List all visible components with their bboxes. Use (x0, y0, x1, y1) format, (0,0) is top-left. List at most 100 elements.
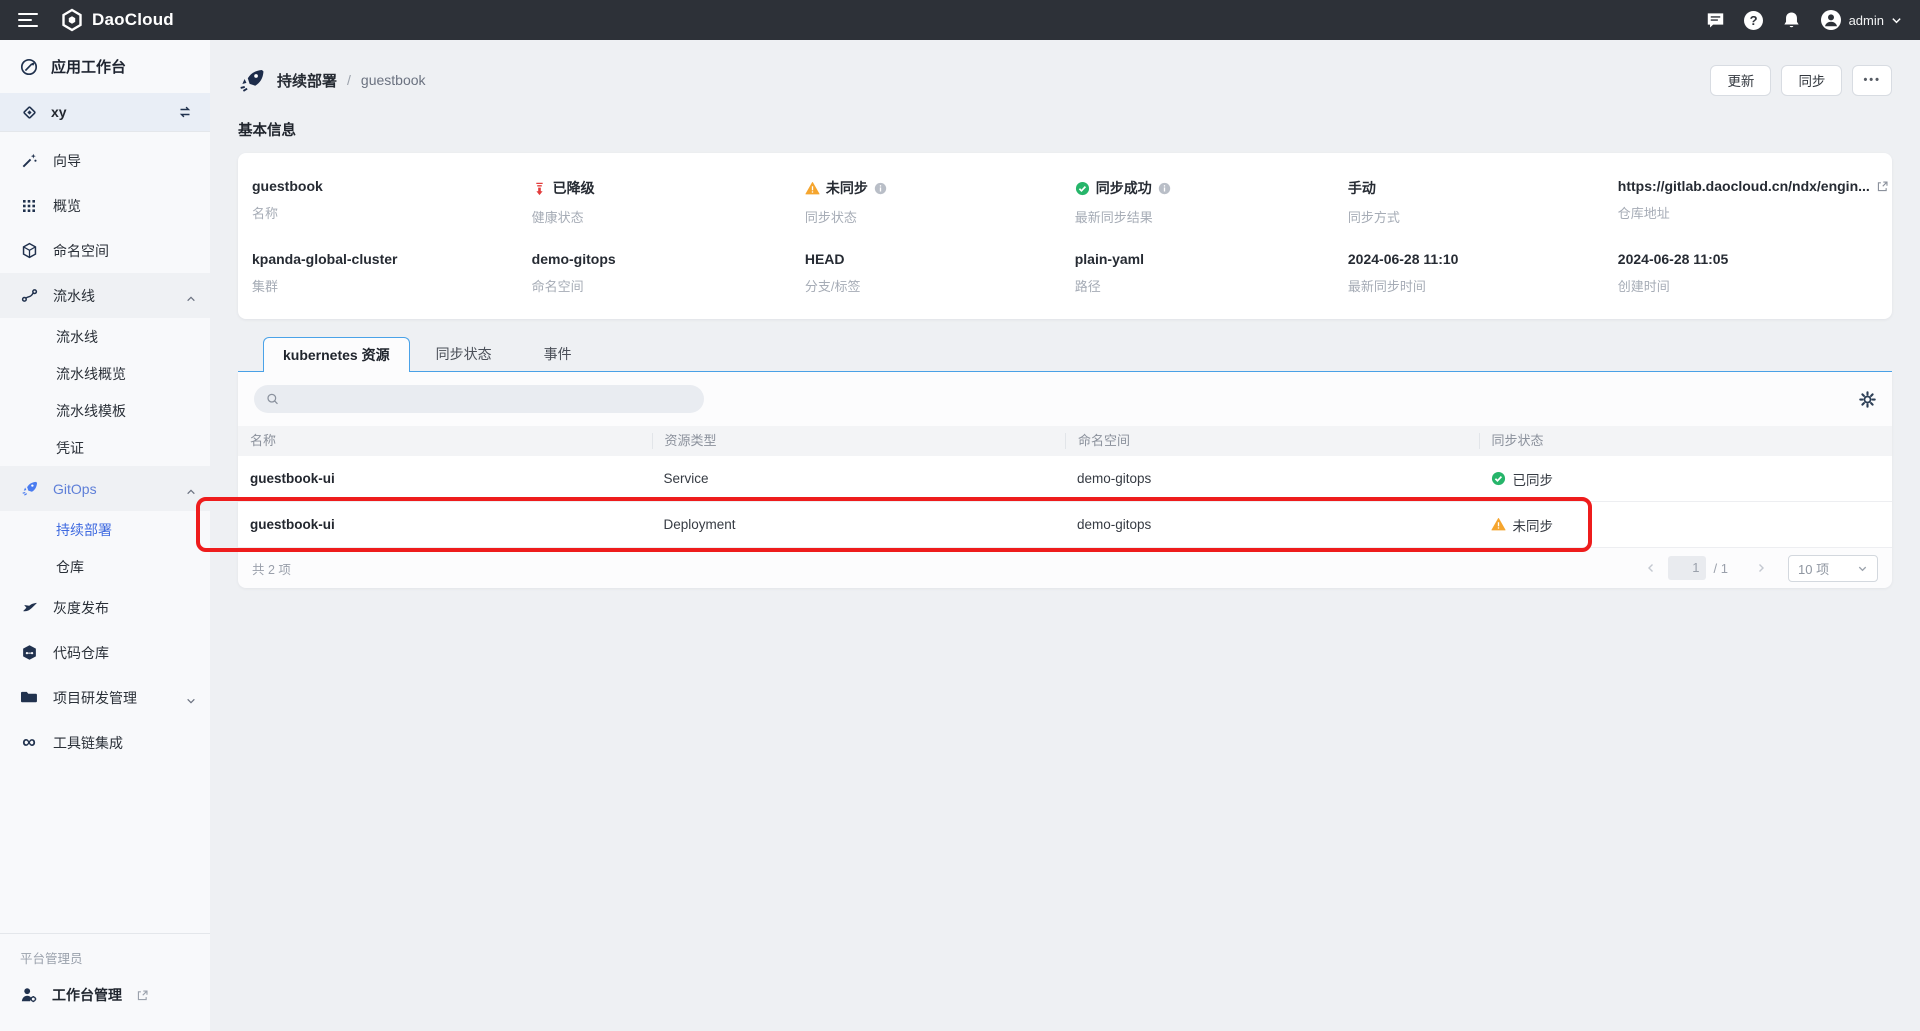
page-size-value: 10 项 (1798, 559, 1829, 578)
wand-icon (20, 152, 38, 170)
infinity-icon: ∞ (20, 734, 38, 752)
user-menu[interactable]: admin (1820, 9, 1902, 31)
workspace-selector[interactable]: xy (0, 93, 210, 131)
table-footer: 共 2 项 1 / 1 10 项 (238, 548, 1892, 588)
sidebar-item-label: 流水线 (53, 286, 95, 306)
menu-toggle-icon[interactable] (18, 13, 38, 27)
field-branch-tag: HEAD 分支/标签 (805, 251, 1075, 295)
main-content: 持续部署 / guestbook 更新 同步 ••• 基本信息 guestboo… (210, 40, 1920, 1031)
sidebar-item-credentials[interactable]: 凭证 (0, 429, 210, 466)
workspace-icon (20, 103, 38, 121)
user-name: admin (1849, 13, 1884, 28)
status-badge: 未同步 (1513, 515, 1554, 535)
sidebar-item-pipeline-template[interactable]: 流水线模板 (0, 392, 210, 429)
column-header-sync-status: 同步状态 (1479, 433, 1893, 449)
sidebar-item-namespace[interactable]: 命名空间 (0, 228, 210, 273)
workbench-icon (20, 58, 38, 76)
sidebar-group-pipeline[interactable]: 流水线 (0, 273, 210, 318)
column-header-namespace: 命名空间 (1065, 433, 1479, 449)
breadcrumb-section[interactable]: 持续部署 (277, 70, 337, 91)
pipeline-icon (20, 287, 38, 305)
folder-icon (20, 689, 38, 707)
tab-panel: 名称 资源类型 命名空间 同步状态 guestbook-ui Service d… (238, 372, 1892, 588)
table-row-highlighted[interactable]: guestbook-ui Deployment demo-gitops 未同步 (238, 502, 1892, 548)
sidebar-item-overview[interactable]: 概览 (0, 183, 210, 228)
sidebar-item-label: 代码仓库 (53, 643, 109, 663)
basic-info-title: 基本信息 (238, 119, 1892, 140)
sidebar-item-gray-release[interactable]: 灰度发布 (0, 585, 210, 630)
message-icon[interactable] (1706, 10, 1726, 30)
search-input-wrapper[interactable] (254, 385, 704, 413)
external-link-icon[interactable] (1876, 180, 1889, 193)
cell-type: Service (652, 471, 1066, 486)
tab-events[interactable]: 事件 (518, 337, 598, 371)
cell-name[interactable]: guestbook-ui (238, 517, 652, 532)
help-icon[interactable]: ? (1744, 10, 1764, 30)
repo-url-link[interactable]: https://gitlab.daocloud.cn/ndx/engin... (1618, 178, 1870, 194)
info-icon (874, 182, 887, 195)
divider (0, 933, 210, 934)
update-button[interactable]: 更新 (1710, 65, 1771, 96)
external-link-icon (136, 989, 149, 1002)
sidebar-item-toolchain[interactable]: ∞ 工具链集成 (0, 720, 210, 765)
sidebar-group-gitops[interactable]: GitOps (0, 466, 210, 511)
cell-type: Deployment (652, 517, 1066, 532)
synced-icon (1491, 471, 1506, 486)
sidebar-item-code-repo[interactable]: 代码仓库 (0, 630, 210, 675)
warning-icon (805, 181, 820, 196)
tab-bar: kubernetes 资源 同步状态 事件 (238, 337, 1892, 372)
page-size-select[interactable]: 10 项 (1788, 555, 1878, 582)
cell-name[interactable]: guestbook-ui (238, 471, 652, 486)
sidebar-item-pipeline-overview[interactable]: 流水线概览 (0, 355, 210, 392)
field-namespace: demo-gitops 命名空间 (532, 251, 805, 295)
brand: DaoCloud (60, 8, 174, 32)
divider (0, 131, 210, 132)
sidebar-item-label: 命名空间 (53, 241, 109, 261)
breadcrumb-separator: / (347, 72, 351, 88)
table-row[interactable]: guestbook-ui Service demo-gitops 已同步 (238, 456, 1892, 502)
next-page-icon[interactable] (1752, 559, 1770, 577)
sidebar-item-label: 流水线 (56, 327, 98, 347)
sidebar-item-repository[interactable]: 仓库 (0, 548, 210, 585)
daocloud-logo-icon (60, 8, 84, 32)
workspace-header-label: 应用工作台 (51, 56, 126, 77)
field-cluster: kpanda-global-cluster 集群 (252, 251, 532, 295)
field-last-sync-result: 同步成功 最新同步结果 (1075, 178, 1348, 226)
search-icon (266, 392, 279, 406)
chevron-down-icon (186, 693, 196, 703)
sidebar-item-project-management[interactable]: 项目研发管理 (0, 675, 210, 720)
field-name: guestbook 名称 (252, 178, 532, 226)
table-settings-gear-icon[interactable] (1859, 391, 1876, 408)
tab-kubernetes-resources[interactable]: kubernetes 资源 (263, 337, 410, 372)
pagination: 1 / 1 10 项 (1642, 555, 1878, 582)
sidebar-item-continuous-deployment[interactable]: 持续部署 (0, 511, 210, 548)
sync-button[interactable]: 同步 (1781, 65, 1842, 96)
sidebar-item-pipeline[interactable]: 流水线 (0, 318, 210, 355)
notification-bell-icon[interactable] (1782, 10, 1802, 30)
page-number-input[interactable]: 1 (1668, 556, 1706, 580)
sidebar-item-workbench-admin[interactable]: 工作台管理 (0, 985, 210, 1005)
search-input[interactable] (287, 392, 692, 407)
column-header-type: 资源类型 (652, 433, 1066, 449)
sidebar-item-wizard[interactable]: 向导 (0, 138, 210, 183)
sidebar-item-label: 灰度发布 (53, 598, 109, 618)
prev-page-icon[interactable] (1642, 559, 1660, 577)
field-sync-mode: 手动 同步方式 (1348, 178, 1618, 226)
switch-workspace-icon[interactable] (176, 103, 194, 121)
page-total: / 1 (1714, 561, 1728, 576)
cell-namespace: demo-gitops (1065, 471, 1479, 486)
platform-role-label: 平台管理员 (0, 948, 210, 967)
tab-sync-status[interactable]: 同步状态 (410, 337, 518, 371)
total-count: 共 2 项 (252, 559, 291, 578)
field-last-sync-time: 2024-06-28 11:10 最新同步时间 (1348, 251, 1618, 295)
more-actions-button[interactable]: ••• (1852, 65, 1892, 96)
info-icon (1158, 182, 1171, 195)
sidebar: 应用工作台 xy 向导 概览 命名空间 (0, 40, 210, 1031)
cell-sync-status: 已同步 (1479, 469, 1893, 489)
chevron-down-icon (1891, 15, 1902, 26)
sidebar-item-label: 工作台管理 (52, 985, 122, 1005)
sidebar-item-label: 向导 (53, 151, 81, 171)
field-create-time: 2024-06-28 11:05 创建时间 (1618, 251, 1889, 295)
sidebar-item-label: 工具链集成 (53, 733, 123, 753)
avatar (1820, 9, 1842, 31)
